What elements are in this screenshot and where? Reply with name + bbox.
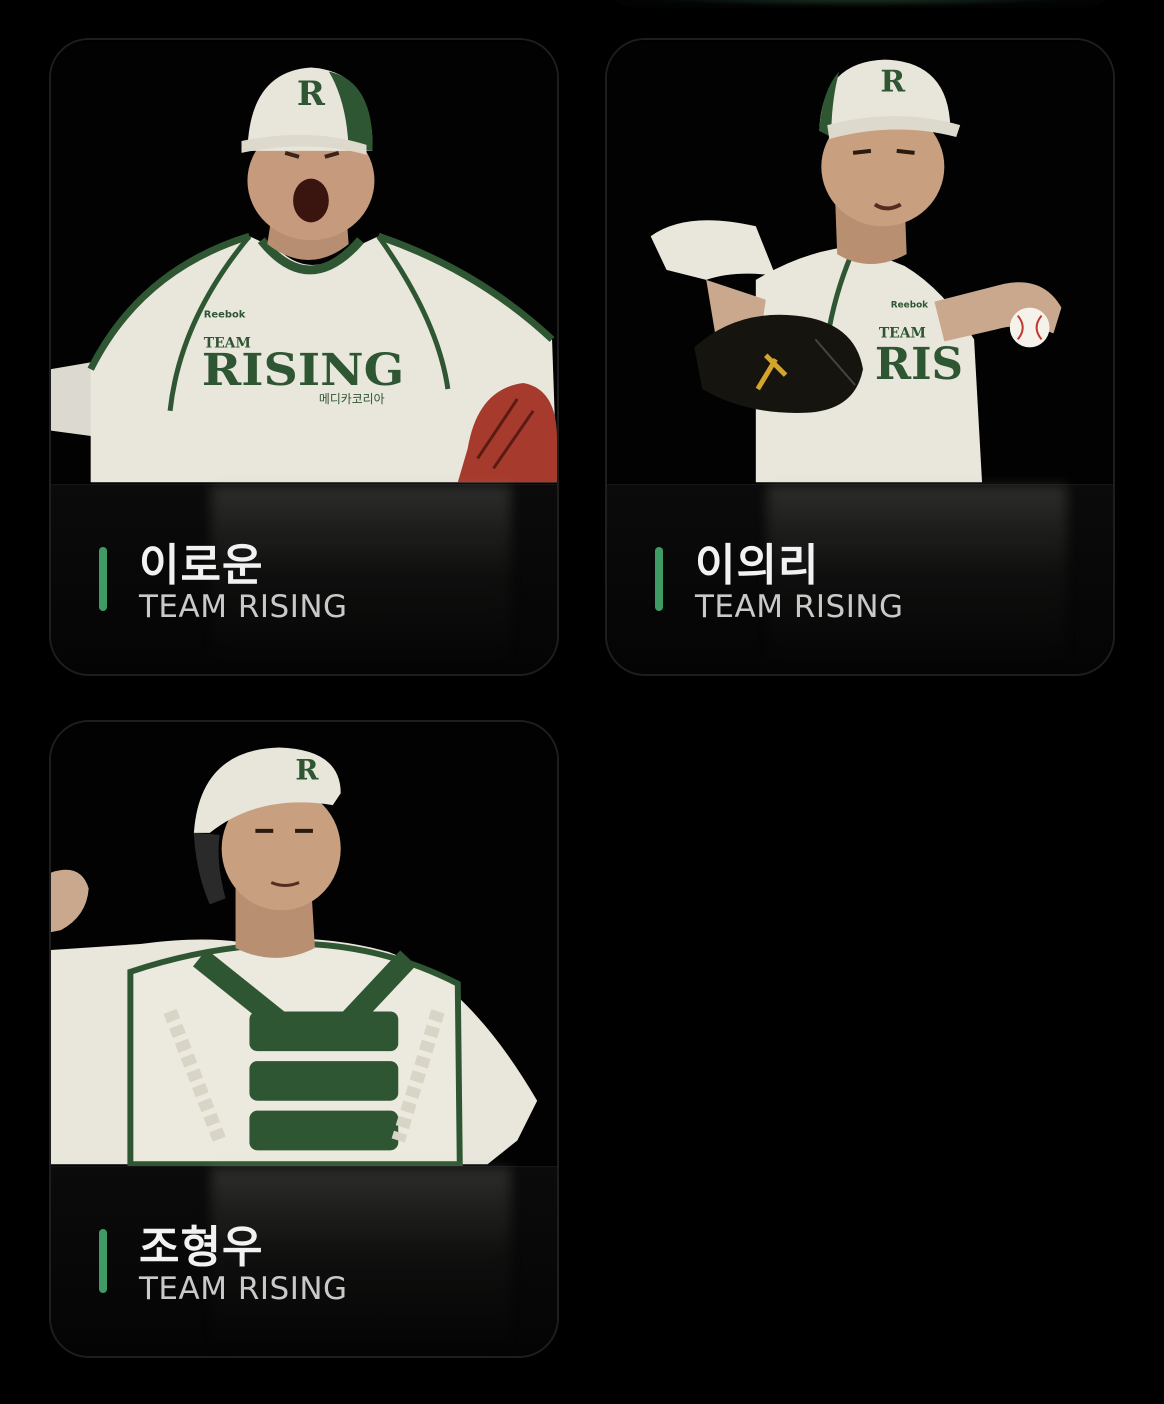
player-info: 이의리 TEAM RISING (607, 484, 1113, 674)
player-photo: R (51, 722, 557, 1166)
player-roster-page: R Reebok TEAM RISING 메디카코리아 이로운 TEAM RIS… (0, 0, 1164, 1404)
player-name: 조형우 (139, 1222, 264, 1273)
player-name: 이로운 (139, 540, 264, 591)
jersey-chest-text: RIS (875, 339, 963, 390)
team-name: TEAM RISING (139, 589, 348, 625)
team-name: TEAM RISING (695, 589, 904, 625)
accent-bar (655, 547, 663, 611)
jersey-sponsor: 메디카코리아 (319, 392, 385, 406)
jersey-brand: Reebok (204, 310, 246, 321)
player-info: 조형우 TEAM RISING (51, 1166, 557, 1356)
top-glow-decoration (610, 0, 1110, 8)
team-name: TEAM RISING (139, 1271, 348, 1307)
accent-bar (99, 547, 107, 611)
player-photo: R Reebok TEAM RISING 메디카코리아 (51, 40, 557, 484)
jersey-chest-text: RISING (202, 345, 404, 396)
player-name: 이의리 (695, 540, 820, 591)
player-photo: R Reebok TEAM RIS (607, 40, 1113, 484)
cap-logo: R (295, 753, 319, 786)
player-card[interactable]: R Reebok TEAM RIS 이의리 TEAM RISING (605, 38, 1115, 676)
player-card[interactable]: R Reebok TEAM RISING 메디카코리아 이로운 TEAM RIS… (49, 38, 559, 676)
player-info: 이로운 TEAM RISING (51, 484, 557, 674)
accent-bar (99, 1229, 107, 1293)
cap-logo: R (297, 73, 326, 113)
player-card[interactable]: R 조형우 TEAM RISING (49, 720, 559, 1358)
cap-logo: R (880, 64, 905, 99)
jersey-brand: Reebok (891, 301, 929, 311)
